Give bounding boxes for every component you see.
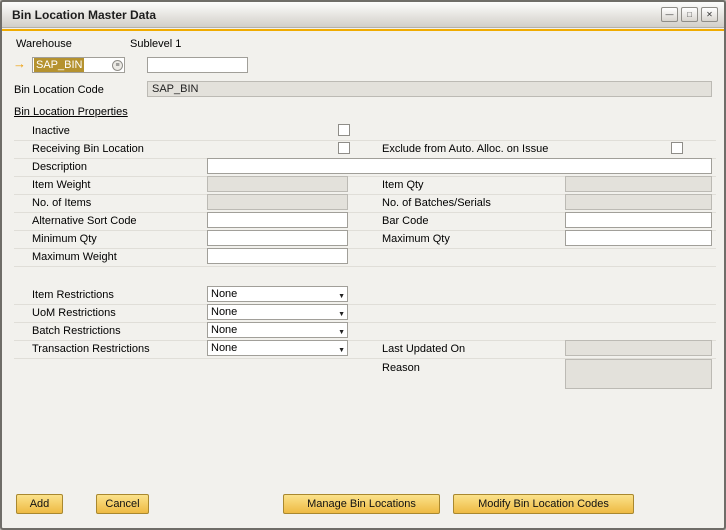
reason-label: Reason <box>382 362 420 374</box>
link-arrow-icon[interactable]: → <box>13 56 26 71</box>
row-separator <box>14 322 716 323</box>
item-weight-field <box>207 176 348 192</box>
transaction-restrictions-label: Transaction Restrictions <box>32 343 150 355</box>
uom-restrictions-label: UoM Restrictions <box>32 307 116 319</box>
batch-restrictions-value: None <box>211 324 237 336</box>
window-title: Bin Location Master Data <box>12 8 156 22</box>
item-restrictions-value: None <box>211 288 237 300</box>
uom-restrictions-dropdown[interactable]: None ▼ <box>207 304 348 320</box>
last-updated-on-label: Last Updated On <box>382 343 465 355</box>
batch-restrictions-dropdown[interactable]: None ▼ <box>207 322 348 338</box>
sublevel-input[interactable] <box>147 57 248 73</box>
add-button[interactable]: Add <box>16 494 63 514</box>
chevron-down-icon: ▼ <box>338 326 345 340</box>
last-updated-on-field <box>565 340 712 356</box>
alternative-sort-code-label: Alternative Sort Code <box>32 215 137 227</box>
alternative-sort-code-input[interactable] <box>207 212 348 228</box>
bin-location-properties-section-title: Bin Location Properties <box>14 106 128 118</box>
no-of-batches-serials-label: No. of Batches/Serials <box>382 197 491 209</box>
window-titlebar: Bin Location Master Data — □ ✕ <box>2 2 724 28</box>
description-label: Description <box>32 161 87 173</box>
maximize-button[interactable]: □ <box>681 7 698 22</box>
exclude-auto-alloc-checkbox[interactable] <box>671 142 683 154</box>
cancel-button[interactable]: Cancel <box>96 494 149 514</box>
batch-restrictions-label: Batch Restrictions <box>32 325 121 337</box>
row-separator <box>14 248 716 249</box>
item-restrictions-label: Item Restrictions <box>32 289 114 301</box>
chevron-down-icon: ▼ <box>338 308 345 322</box>
receiving-bin-location-checkbox[interactable] <box>338 142 350 154</box>
bar-code-label: Bar Code <box>382 215 428 227</box>
row-separator <box>14 304 716 305</box>
item-qty-field <box>565 176 712 192</box>
row-separator <box>14 140 716 141</box>
maximum-qty-label: Maximum Qty <box>382 233 450 245</box>
maximum-qty-input[interactable] <box>565 230 712 246</box>
bin-location-code-field: SAP_BIN <box>147 81 712 97</box>
warehouse-field-value: SAP_BIN <box>34 58 84 72</box>
exclude-auto-alloc-label: Exclude from Auto. Alloc. on Issue <box>382 143 548 155</box>
modify-bin-location-codes-button[interactable]: Modify Bin Location Codes <box>453 494 634 514</box>
no-of-batches-serials-field <box>565 194 712 210</box>
transaction-restrictions-dropdown[interactable]: None ▼ <box>207 340 348 356</box>
close-button[interactable]: ✕ <box>701 7 718 22</box>
description-input[interactable] <box>207 158 712 174</box>
bin-location-code-label: Bin Location Code <box>14 84 104 96</box>
window-controls: — □ ✕ <box>661 7 718 22</box>
warehouse-field[interactable]: SAP_BIN ≡ <box>32 57 125 73</box>
inactive-label: Inactive <box>32 125 70 137</box>
item-qty-label: Item Qty <box>382 179 424 191</box>
manage-bin-locations-button[interactable]: Manage Bin Locations <box>283 494 440 514</box>
reason-field <box>565 359 712 389</box>
uom-restrictions-value: None <box>211 306 237 318</box>
minimum-qty-input[interactable] <box>207 230 348 246</box>
no-of-items-label: No. of Items <box>32 197 91 209</box>
transaction-restrictions-value: None <box>211 342 237 354</box>
warehouse-label: Warehouse <box>16 38 72 50</box>
item-weight-label: Item Weight <box>32 179 91 191</box>
inactive-checkbox[interactable] <box>338 124 350 136</box>
bin-location-master-data-window: Bin Location Master Data — □ ✕ Warehouse… <box>0 0 726 530</box>
row-separator <box>14 266 716 267</box>
maximum-weight-input[interactable] <box>207 248 348 264</box>
sublevel-label: Sublevel 1 <box>130 38 181 50</box>
accent-line <box>2 29 724 31</box>
item-restrictions-dropdown[interactable]: None ▼ <box>207 286 348 302</box>
minimize-button[interactable]: — <box>661 7 678 22</box>
chevron-down-icon: ▼ <box>338 344 345 358</box>
chevron-down-icon: ▼ <box>338 290 345 304</box>
maximum-weight-label: Maximum Weight <box>32 251 117 263</box>
no-of-items-field <box>207 194 348 210</box>
minimum-qty-label: Minimum Qty <box>32 233 97 245</box>
bar-code-input[interactable] <box>565 212 712 228</box>
receiving-bin-location-label: Receiving Bin Location <box>32 143 144 155</box>
choose-from-list-icon[interactable]: ≡ <box>112 60 123 71</box>
